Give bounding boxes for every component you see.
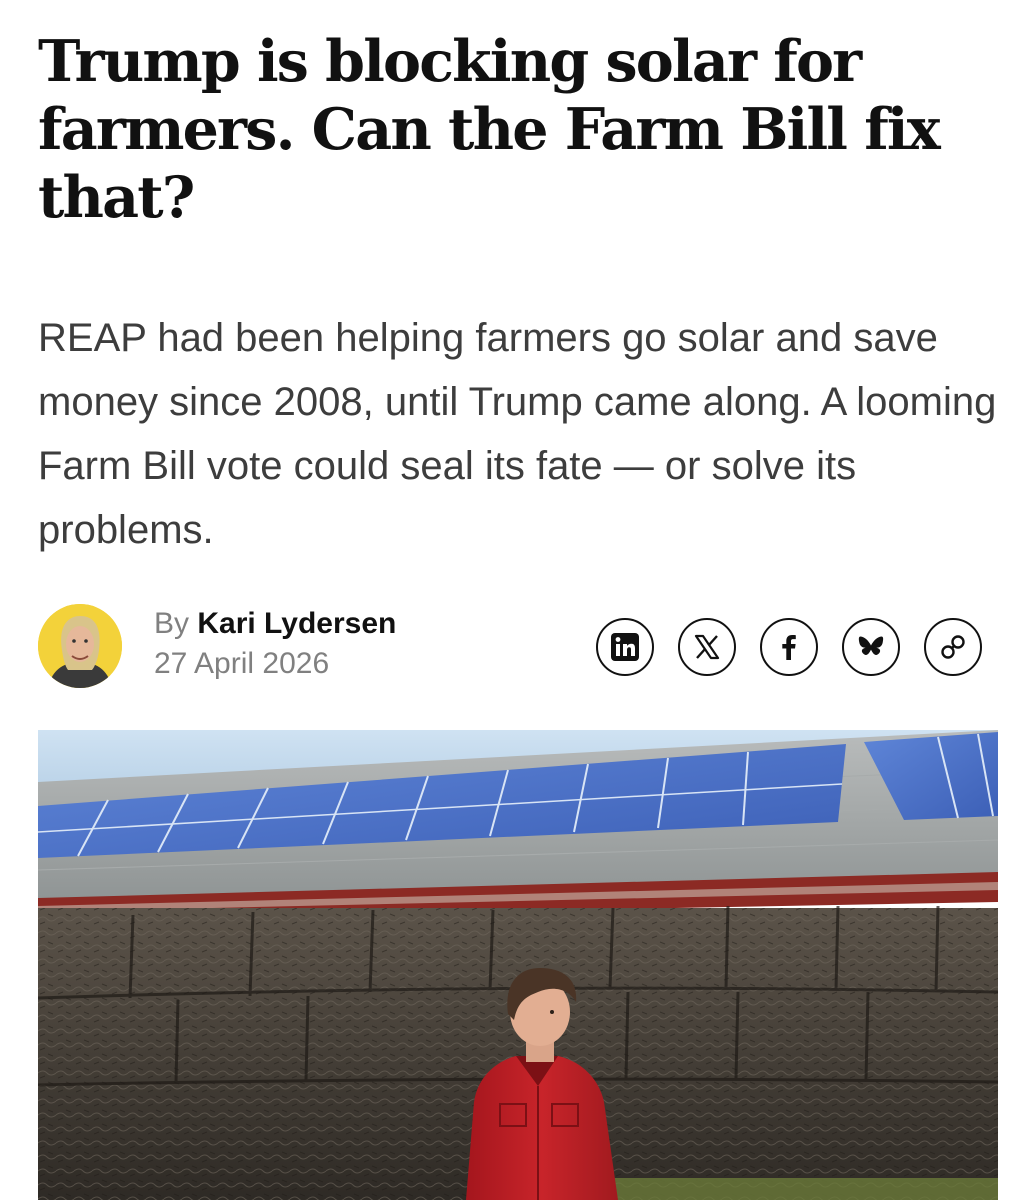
headline: Trump is blocking solar for farmers. Can…: [38, 28, 941, 231]
facebook-icon: [782, 635, 796, 660]
author-portrait-image: [38, 604, 122, 688]
share-buttons: [596, 618, 982, 680]
share-bluesky-button[interactable]: [842, 618, 900, 676]
author-line: By Kari Lydersen: [154, 604, 396, 644]
x-icon: [694, 634, 720, 660]
linkedin-icon: [611, 633, 639, 661]
by-prefix: By: [154, 607, 190, 640]
hero-image: [38, 730, 998, 1200]
publish-date: 27 April 2026: [154, 647, 330, 680]
link-icon: [941, 635, 965, 659]
hero-photo-farmer-solar-barn: [38, 730, 998, 1200]
dek-subtitle: REAP had been helping farmers go solar a…: [38, 316, 997, 552]
share-linkedin-button[interactable]: [596, 618, 654, 676]
copy-link-button[interactable]: [924, 618, 982, 676]
author-info: By Kari Lydersen 27 April 2026: [154, 604, 396, 684]
byline: By Kari Lydersen 27 April 2026: [38, 604, 998, 694]
share-x-button[interactable]: [678, 618, 736, 676]
bluesky-icon: [858, 636, 884, 655]
share-facebook-button[interactable]: [760, 618, 818, 676]
author-name-link[interactable]: Kari Lydersen: [197, 607, 396, 640]
author-avatar[interactable]: [38, 604, 122, 688]
